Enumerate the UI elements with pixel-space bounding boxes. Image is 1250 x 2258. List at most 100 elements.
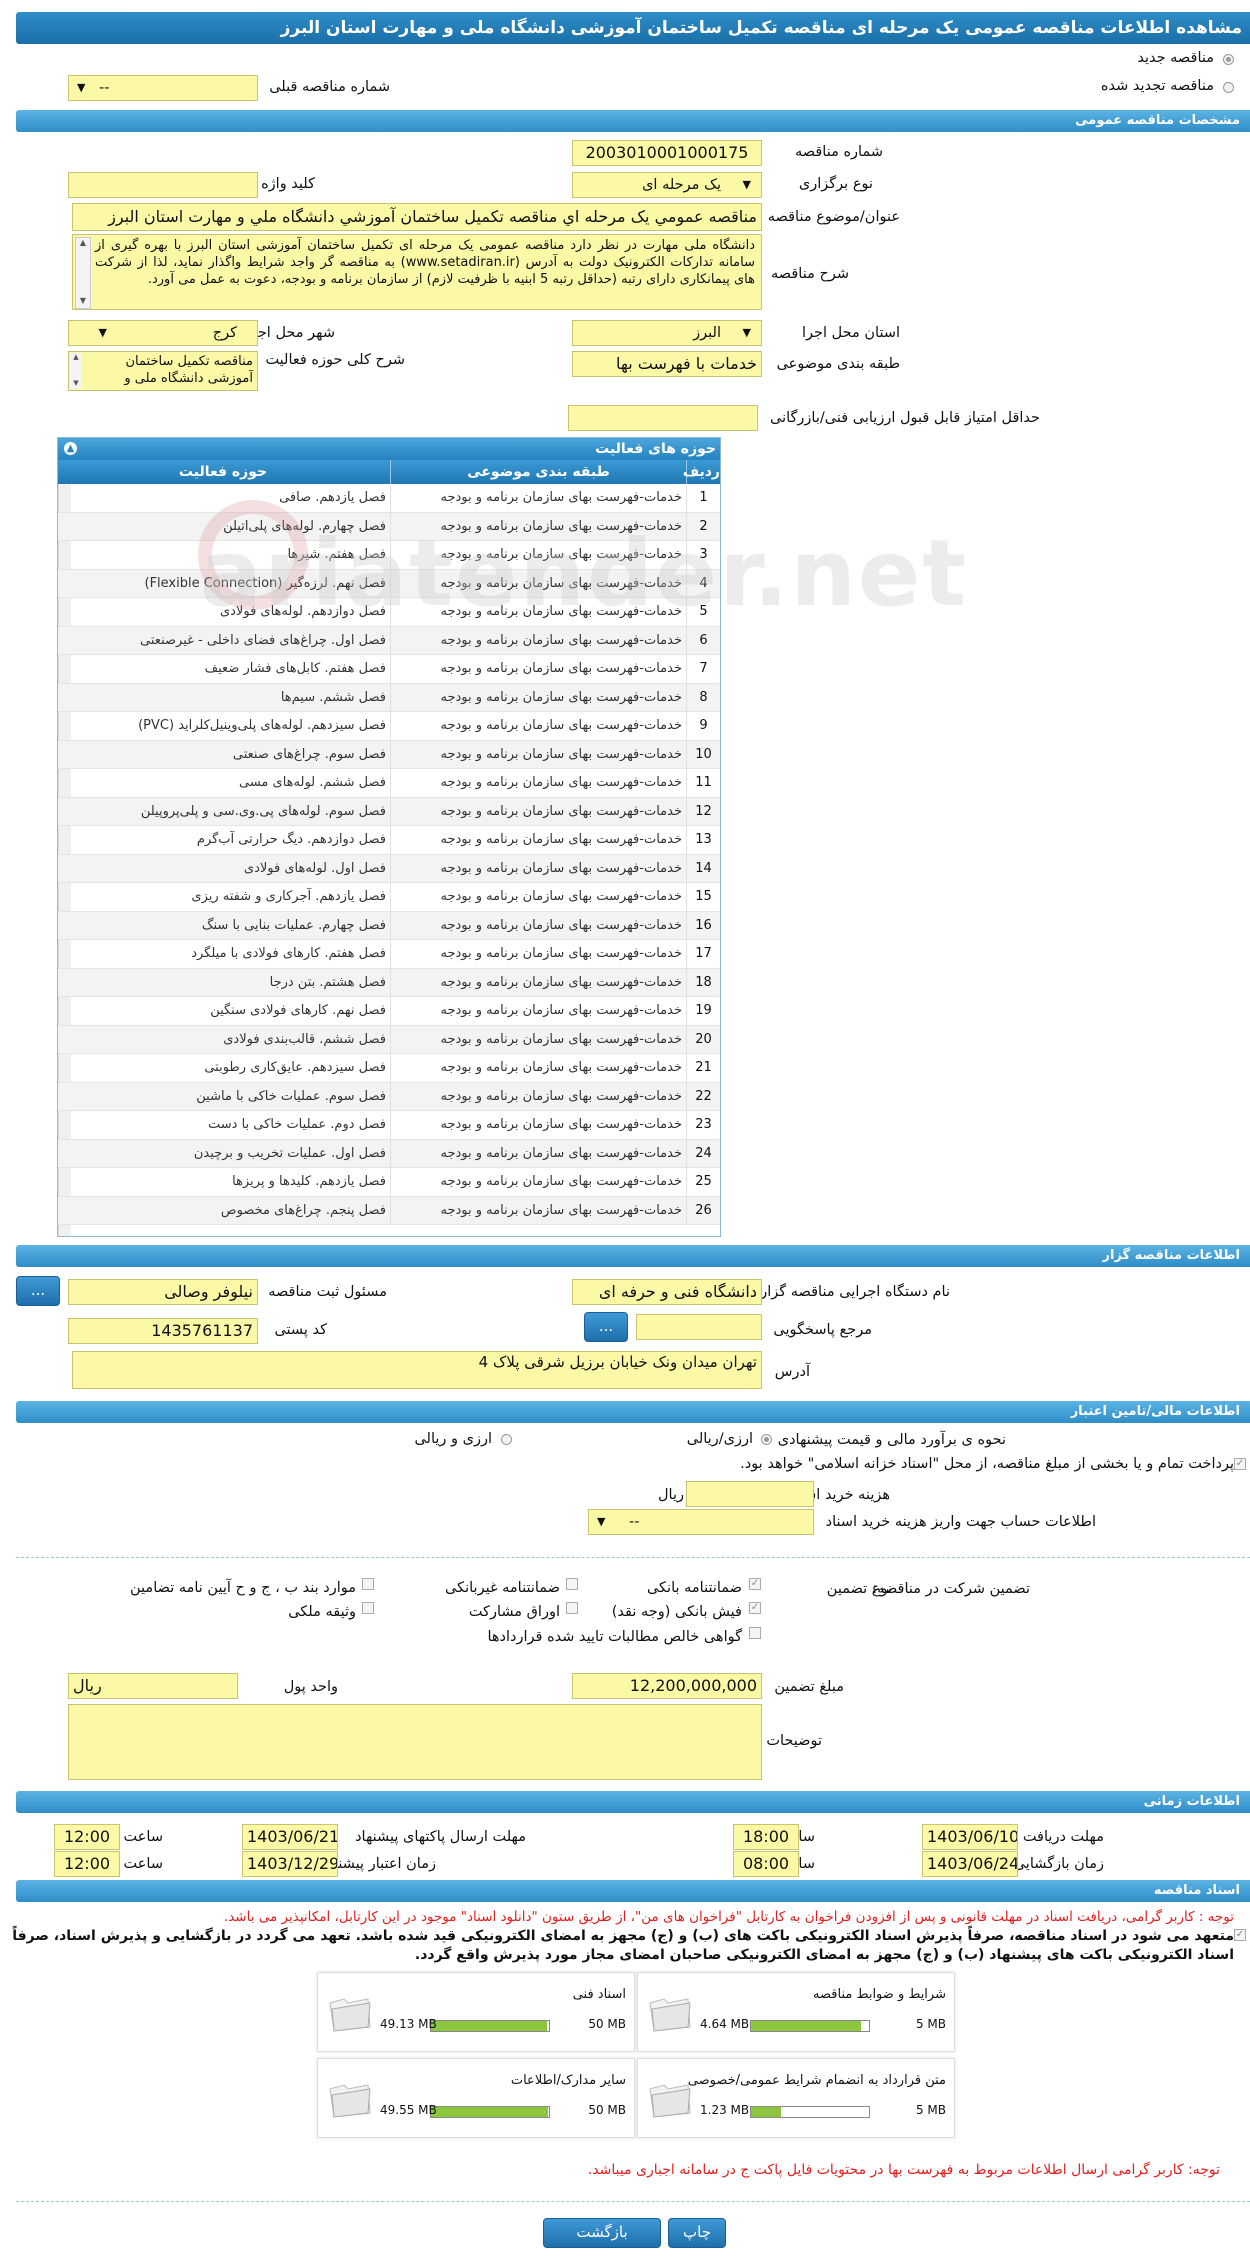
org-field: دانشگاه فنی و حرفه ای xyxy=(572,1279,762,1305)
address-field: تهران میدان ونک خیابان برزیل شرقی پلاک 4 xyxy=(72,1351,762,1389)
validity-time: 12:00 xyxy=(54,1851,120,1877)
table-row: 16 خدمات-فهرست بهای سازمان برنامه و بودجه… xyxy=(58,911,720,940)
postal-field: 1435761137 xyxy=(68,1318,258,1344)
document-progress-bar xyxy=(430,2020,550,2032)
currency-label: واحد پول xyxy=(283,1679,338,1695)
min-score-label: حداقل امتیاز قابل قبول ارزیابی فنی/بازرگ… xyxy=(769,410,1040,426)
radio-rial-fx[interactable] xyxy=(761,1434,772,1445)
row-category: خدمات-فهرست بهای سازمان برنامه و بودجه xyxy=(390,712,686,740)
prev-tender-label: شماره مناقصه قبلی xyxy=(269,79,390,95)
desc-text: دانشگاه ملی مهارت در نظر دارد مناقصه عمو… xyxy=(95,238,755,287)
row-index: 25 xyxy=(686,1168,720,1196)
row-category: خدمات-فهرست بهای سازمان برنامه و بودجه xyxy=(390,683,686,711)
document-max-size: 50 MB xyxy=(588,2103,626,2117)
table-row: 1 خدمات-فهرست بهای سازمان برنامه و بودجه ف… xyxy=(58,484,720,513)
row-activity: فصل نهم. کارهای فولادی سنگین xyxy=(210,1003,386,1018)
row-index: 4 xyxy=(686,569,720,597)
scope-field: مناقصه تکمیل ساختمان آموزشی دانشگاه ملی … xyxy=(68,351,258,391)
row-category: خدمات-فهرست بهای سازمان برنامه و بودجه xyxy=(390,512,686,540)
document-size: 49.13 MB xyxy=(380,2017,437,2031)
document-tile[interactable]: شرایط و ضوابط مناقصه 5 MB 4.64 MB xyxy=(637,1972,955,2052)
radio-new-tender[interactable] xyxy=(1223,54,1234,65)
row-activity: فصل دوازدهم. دیگ حرارتی آب‌گرم xyxy=(196,832,386,847)
desc-scrollbar[interactable]: ▲ ▼ xyxy=(75,237,91,309)
row-category: خدمات-فهرست بهای سازمان برنامه و بودجه xyxy=(390,911,686,939)
scope-text: مناقصه تکمیل ساختمان آموزشی دانشگاه ملی … xyxy=(124,354,253,386)
row-index: 8 xyxy=(686,683,720,711)
ref-more-button[interactable]: ... xyxy=(584,1312,628,1342)
document-tile[interactable]: اسناد فنی 50 MB 49.13 MB xyxy=(317,1972,635,2052)
row-index: 16 xyxy=(686,911,720,939)
document-max-size: 50 MB xyxy=(588,2017,626,2031)
documents-notice: توجه : کاربر گرامی، دریافت اسناد در مهلت… xyxy=(223,1909,1234,1925)
table-row: 13 خدمات-فهرست بهای سازمان برنامه و بودجه… xyxy=(58,826,720,855)
radio-fx-and-rial-label: ارزی و ریالی xyxy=(414,1431,492,1447)
table-row: 21 خدمات-فهرست بهای سازمان برنامه و بودجه… xyxy=(58,1054,720,1083)
row-index: 6 xyxy=(686,626,720,654)
collapse-icon[interactable]: ▲ xyxy=(64,442,77,455)
chevron-down-icon: ▼ xyxy=(98,326,107,339)
guarantee-bank-checkbox[interactable]: ✓ xyxy=(749,1578,761,1590)
row-category: خدمات-فهرست بهای سازمان برنامه و بودجه xyxy=(390,1139,686,1167)
commitment-checkbox[interactable]: ✓ xyxy=(1234,1929,1246,1941)
document-tile[interactable]: سایر مدارک/اطلاعات 50 MB 49.55 MB xyxy=(317,2058,635,2138)
row-category: خدمات-فهرست بهای سازمان برنامه و بودجه xyxy=(390,797,686,825)
chevron-down-icon: ▼ xyxy=(742,178,751,191)
document-size: 4.64 MB xyxy=(700,2017,750,2031)
guarantee-bonds-checkbox[interactable] xyxy=(566,1602,578,1614)
row-category: خدمات-فهرست بهای سازمان برنامه و بودجه xyxy=(390,997,686,1025)
scope-scrollbar[interactable]: ▲ ▼ xyxy=(70,353,82,389)
type-select[interactable]: یک مرحله ای ▼ xyxy=(572,172,762,198)
guarantee-property-checkbox[interactable] xyxy=(362,1602,374,1614)
radio-renewed-tender[interactable] xyxy=(1223,82,1234,93)
guarantee-items-checkbox[interactable] xyxy=(362,1578,374,1590)
row-activity: فصل ششم. لوله‌های مسی xyxy=(239,775,386,790)
row-category: خدمات-فهرست بهای سازمان برنامه و بودجه xyxy=(390,1168,686,1196)
prev-tender-value: -- xyxy=(99,80,110,96)
province-label: استان محل اجرا xyxy=(802,325,900,341)
chevron-down-icon: ▼ xyxy=(597,1515,606,1528)
row-activity: فصل ششم. سیم‌ها xyxy=(280,689,386,705)
print-button[interactable]: چاپ xyxy=(668,2218,726,2248)
min-score-field xyxy=(568,405,758,431)
account-select[interactable]: -- ▼ xyxy=(588,1509,814,1535)
keyword-label: کلید واژه xyxy=(261,176,315,192)
province-select[interactable]: البرز ▼ xyxy=(572,320,762,346)
back-button[interactable]: بازگشت xyxy=(543,2218,661,2248)
row-index: 13 xyxy=(686,826,720,854)
table-row: 25 خدمات-فهرست بهای سازمان برنامه و بودجه… xyxy=(58,1168,720,1197)
prev-tender-select[interactable]: -- ▼ xyxy=(68,75,258,101)
document-progress-fill xyxy=(431,2107,548,2117)
category-field: خدمات با فهرست بها xyxy=(572,351,762,377)
row-activity: فصل یازدهم. آجرکاری و شفته ریزی xyxy=(191,889,386,904)
postal-label: کد پستی xyxy=(274,1322,327,1338)
row-activity: فصل ششم. قالب‌بندی فولادی xyxy=(223,1031,386,1047)
registrar-more-button[interactable]: ... xyxy=(16,1276,60,1306)
chevron-down-icon: ▼ xyxy=(77,81,86,94)
table-row: 2 خدمات-فهرست بهای سازمان برنامه و بودجه ف… xyxy=(58,512,720,541)
subject-label: عنوان/موضوع مناقصه xyxy=(767,209,900,225)
islamic-treasury-checkbox[interactable]: ✓ xyxy=(1234,1458,1246,1470)
divider xyxy=(16,2201,1250,2202)
row-activity: فصل سوم. لوله‌های پی.وی.سی و پلی‌پروپیلن xyxy=(140,803,386,819)
province-value: البرز xyxy=(693,325,721,341)
guarantee-cash-label: فیش بانکی (وجه نقد) xyxy=(611,1604,742,1620)
city-select[interactable]: کرج ▼ xyxy=(68,320,258,346)
guarantee-cash-checkbox[interactable]: ✓ xyxy=(749,1602,761,1614)
row-index: 24 xyxy=(686,1139,720,1167)
row-index: 21 xyxy=(686,1054,720,1082)
row-category: خدمات-فهرست بهای سازمان برنامه و بودجه xyxy=(390,626,686,654)
section-documents: اسناد مناقصه xyxy=(16,1880,1250,1902)
guarantee-claims-checkbox[interactable] xyxy=(749,1627,761,1639)
col-header-category: طبقه بندی موضوعی xyxy=(390,460,686,484)
guarantee-nonbank-checkbox[interactable] xyxy=(566,1578,578,1590)
section-organizer: اطلاعات مناقصه گزار xyxy=(16,1245,1250,1267)
table-row: 6 خدمات-فهرست بهای سازمان برنامه و بودجه ف… xyxy=(58,626,720,655)
activity-table-header: ردیف طبقه بندی موضوعی حوزه فعالیت xyxy=(58,460,720,484)
row-index: 5 xyxy=(686,598,720,626)
document-tile[interactable]: متن قرارداد به انضمام شرایط عمومی/خصوصی 5… xyxy=(637,2058,955,2138)
commitment-text: متعهد می شود در اسناد مناقصه، صرفاً پذیر… xyxy=(12,1928,1234,1963)
row-index: 2 xyxy=(686,512,720,540)
row-activity: فصل دوم. عملیات خاکی با دست xyxy=(208,1117,386,1132)
radio-fx-and-rial[interactable] xyxy=(501,1434,512,1445)
